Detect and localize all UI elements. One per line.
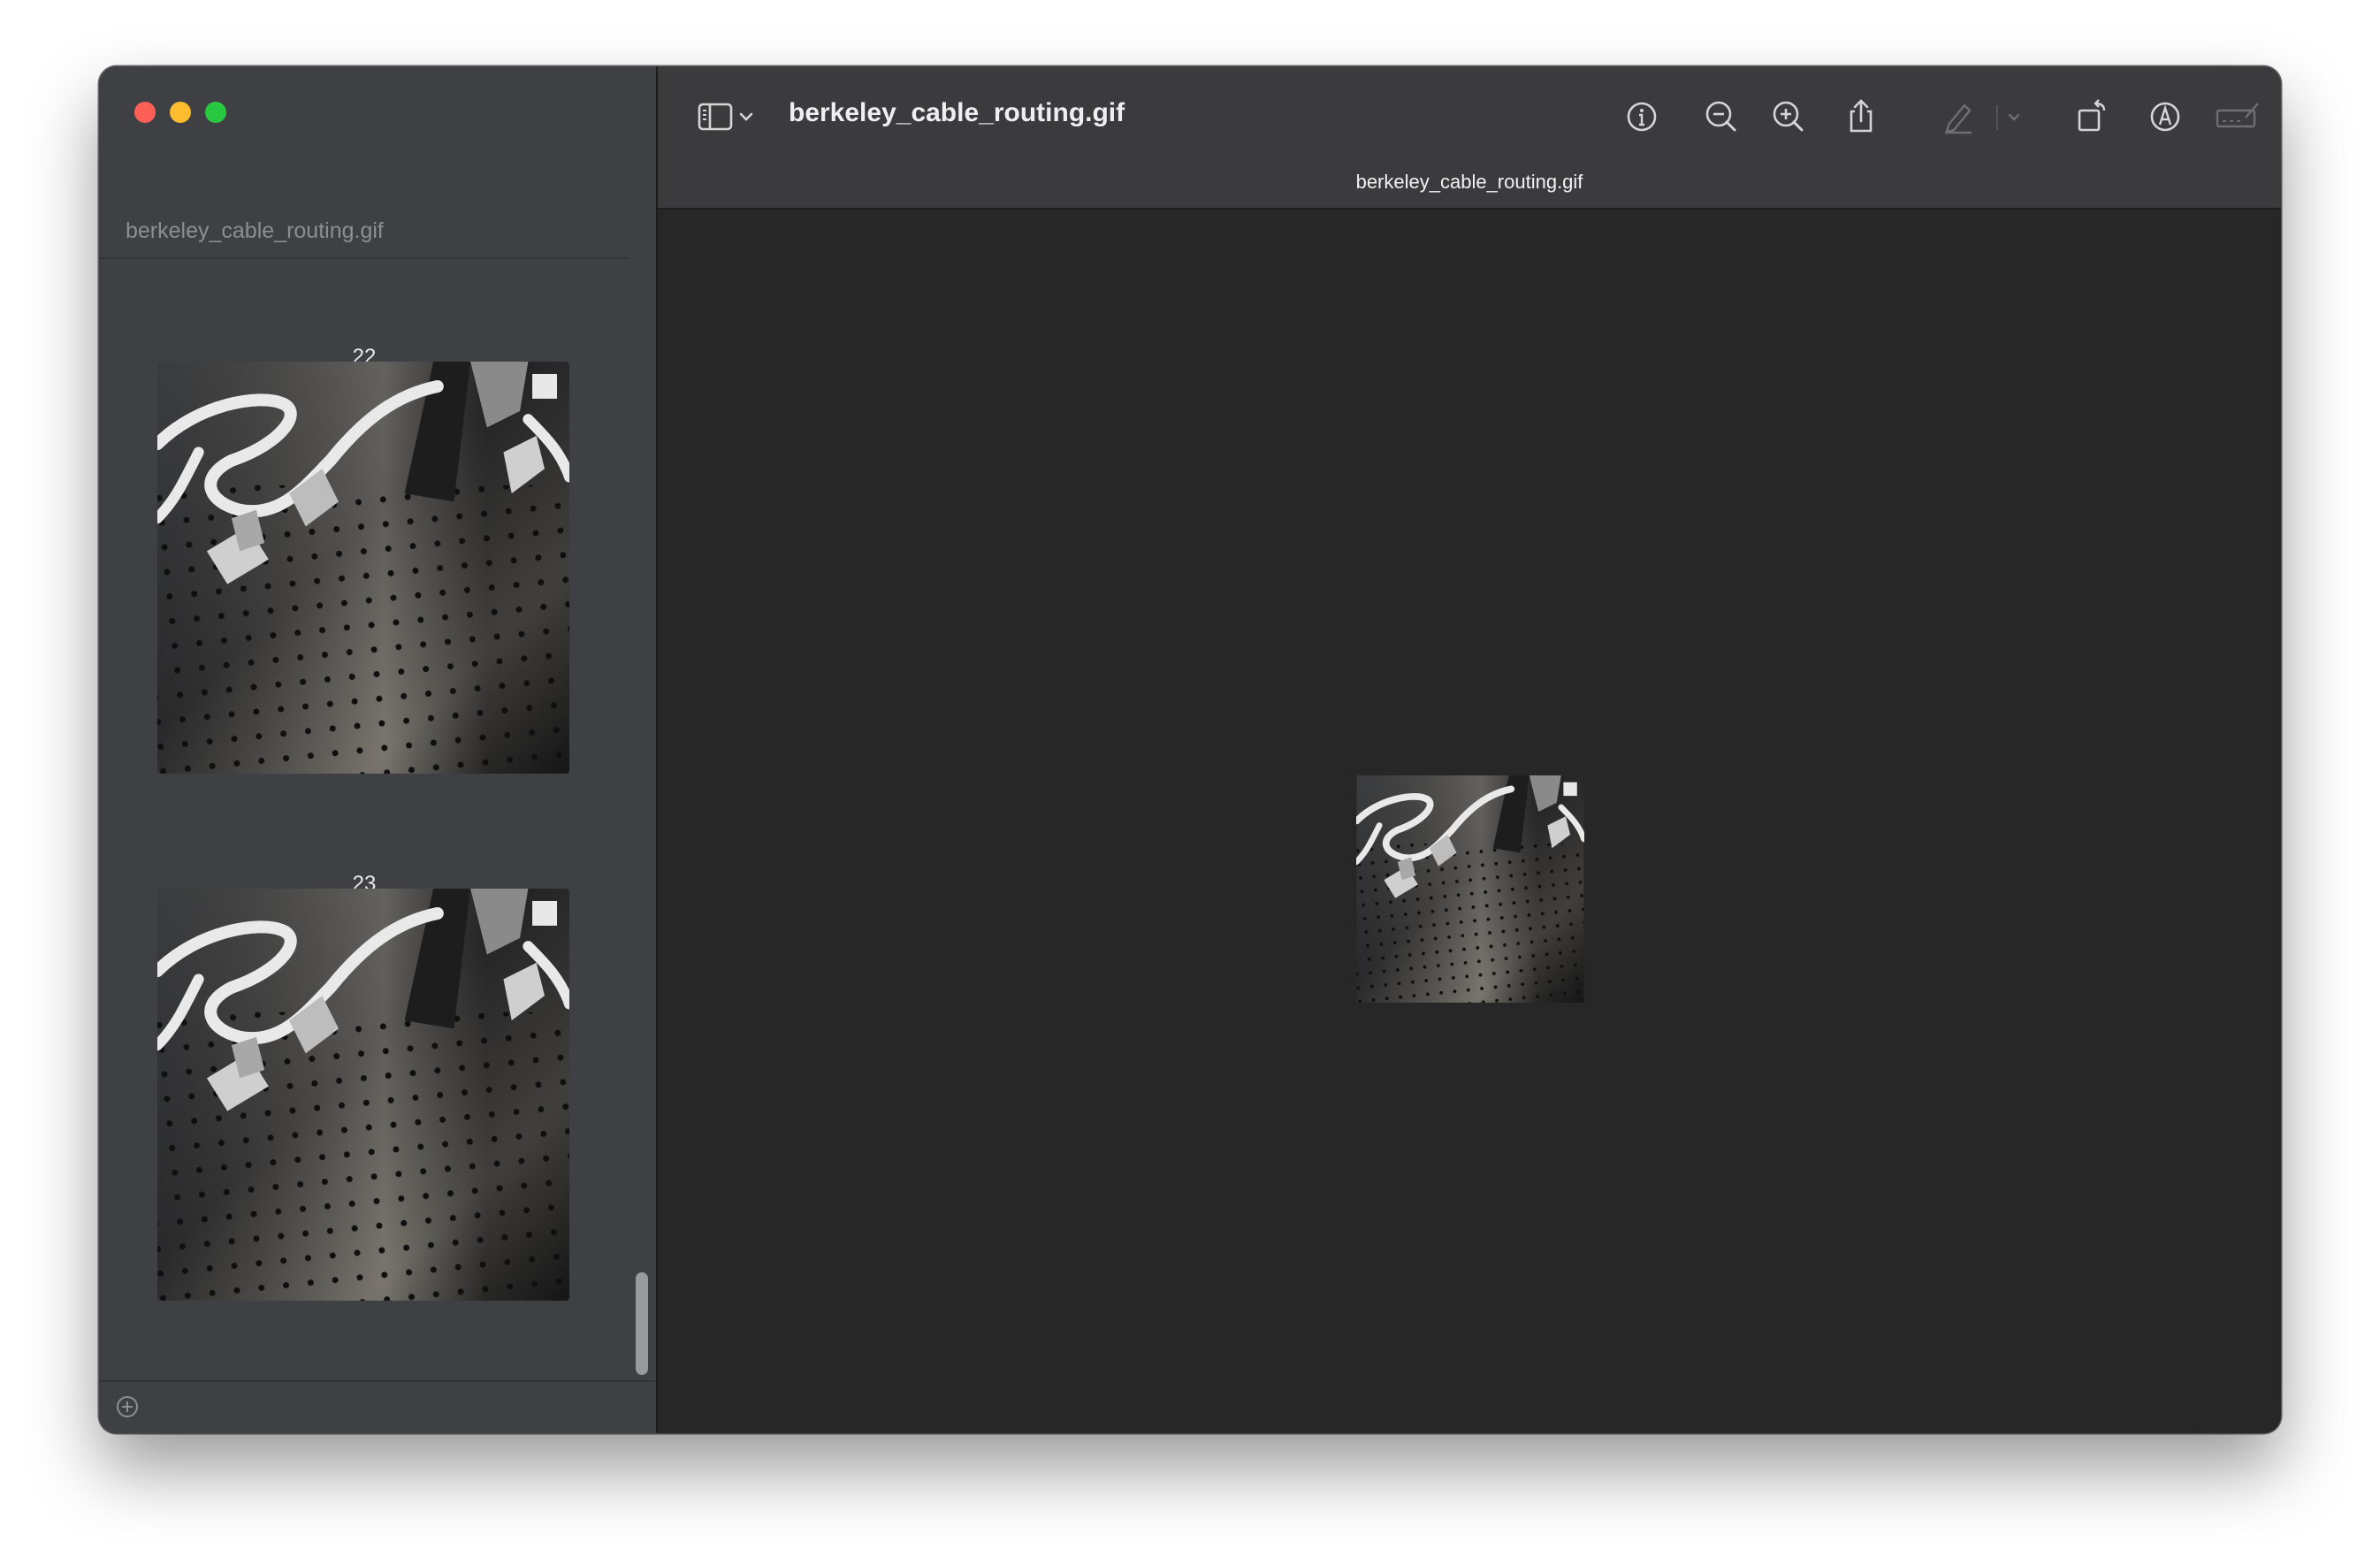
sidebar-scrollbar[interactable] (636, 1272, 648, 1375)
sidebar-document-title[interactable]: berkeley_cable_routing.gif (126, 218, 384, 244)
zoom-in-icon[interactable] (1768, 96, 1809, 137)
info-icon[interactable] (1621, 96, 1662, 137)
sidebar-footer (99, 1380, 656, 1433)
divider (99, 257, 629, 259)
preview-window: berkeley_cable_routing.gif 22 23 24 (99, 66, 2281, 1433)
image-viewer (658, 210, 2281, 1433)
highlight-pen-icon[interactable] (1938, 96, 1979, 137)
close-button[interactable] (134, 102, 156, 123)
page-thumbnail-23[interactable] (157, 362, 569, 774)
page-thumbnail-24[interactable] (157, 889, 569, 1301)
zoom-button[interactable] (205, 102, 226, 123)
toolbar-divider (1996, 105, 1998, 130)
minimize-button[interactable] (170, 102, 191, 123)
sidebar: berkeley_cable_routing.gif 22 23 24 (99, 66, 658, 1433)
chevron-down-icon[interactable] (734, 96, 759, 137)
markup-icon[interactable] (2145, 96, 2185, 137)
document-title[interactable]: berkeley_cable_routing.gif (789, 98, 1125, 128)
share-icon[interactable] (1841, 96, 1881, 137)
toolbar: berkeley_cable_routing.gif berkeley_cabl… (658, 66, 2281, 210)
gif-preview-image[interactable] (1356, 775, 1584, 1003)
add-page-icon[interactable] (115, 1394, 140, 1419)
chevron-down-icon[interactable] (2002, 96, 2026, 137)
sidebar-toggle-icon[interactable] (695, 96, 736, 137)
rotate-icon[interactable] (2072, 96, 2113, 137)
form-fill-icon[interactable] (2214, 96, 2263, 137)
window-controls (134, 102, 226, 123)
zoom-out-icon[interactable] (1701, 96, 1742, 137)
tab-title: berkeley_cable_routing.gif (1355, 171, 1583, 193)
